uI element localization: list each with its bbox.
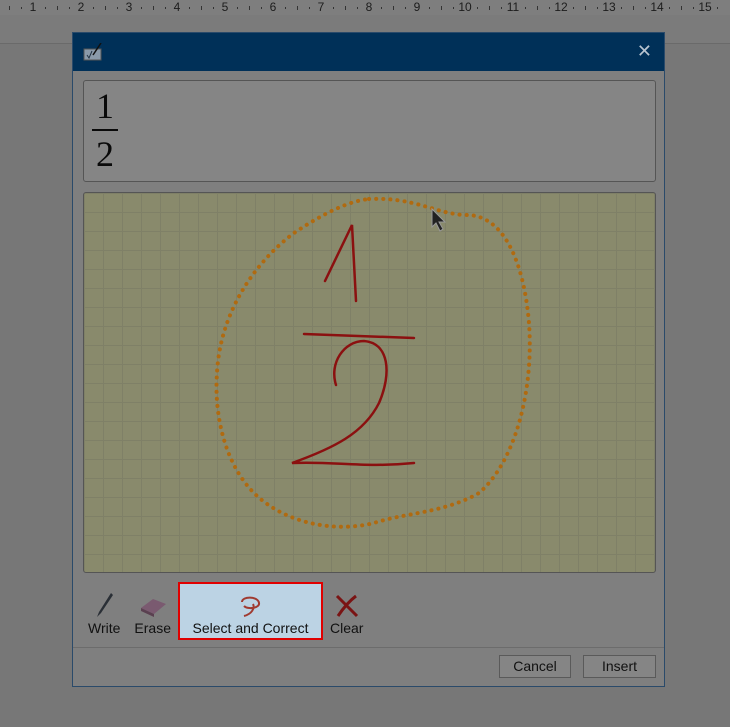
pen-icon (97, 593, 114, 617)
ruler-number: 8 (365, 0, 373, 14)
ruler-tick (477, 7, 478, 9)
handwritten-ink (291, 224, 416, 467)
ruler-number: 11 (506, 0, 520, 14)
ruler-tick (285, 7, 286, 9)
ruler-number: 10 (458, 0, 472, 14)
ruler-number: 3 (125, 0, 133, 14)
ruler-tick (357, 7, 358, 9)
ruler-number: 1 (29, 0, 37, 14)
mouse-cursor (431, 207, 447, 232)
clear-tool-button[interactable]: Clear (325, 584, 368, 638)
ruler-tick (309, 7, 310, 9)
ruler-tick (453, 7, 454, 9)
write-label: Write (88, 620, 121, 636)
ruler-number: 7 (317, 0, 325, 14)
ruler-tick (117, 7, 118, 9)
ruler-tick (249, 6, 250, 10)
clear-label: Clear (330, 620, 364, 636)
ruler-number: 12 (554, 0, 568, 14)
ruler-number: 5 (221, 0, 229, 14)
ruler-tick (165, 7, 166, 9)
ruler-tick (669, 7, 670, 9)
ruler-tick (201, 6, 202, 10)
ruler-tick (69, 7, 70, 9)
ruler: 1 2 3 4 5 6 7 8 9 10 11 12 13 14 15 (0, 0, 730, 15)
cancel-button[interactable]: Cancel (499, 655, 571, 678)
ruler-tick (381, 7, 382, 9)
ruler-tick (261, 7, 262, 9)
insert-button[interactable]: Insert (583, 655, 656, 678)
ruler-tick (345, 6, 346, 10)
numerator: 1 (96, 86, 114, 126)
ruler-number: 6 (269, 0, 277, 14)
fraction-bar (92, 129, 118, 131)
ink-toolbar: Write Erase Select and Correct Clear (83, 582, 368, 642)
ruler-tick (153, 6, 154, 10)
ruler-number: 4 (173, 0, 181, 14)
ruler-tick (597, 7, 598, 9)
ruler-number: 15 (698, 0, 712, 14)
ruler-tick (297, 6, 298, 10)
ruler-number: 9 (413, 0, 421, 14)
ruler-tick (537, 6, 538, 10)
lasso-icon (240, 596, 260, 617)
ruler-number: 14 (650, 0, 664, 14)
ruler-tick (693, 7, 694, 9)
divider (73, 647, 664, 648)
math-input-dialog: ✕ 1 2 Write Erase Select and Correct Cle… (72, 32, 665, 687)
writing-canvas[interactable] (83, 192, 656, 573)
selection-lasso (214, 196, 532, 529)
fraction-preview: 1 2 (92, 85, 118, 175)
ruler-tick (57, 6, 58, 10)
ruler-tick (141, 7, 142, 9)
ruler-tick (393, 6, 394, 10)
ruler-tick (405, 7, 406, 9)
ruler-tick (501, 7, 502, 9)
ruler-tick (585, 6, 586, 10)
close-icon[interactable]: ✕ (637, 41, 652, 62)
ruler-tick (105, 6, 106, 10)
ruler-tick (441, 6, 442, 10)
ruler-tick (237, 7, 238, 9)
preview-pane: 1 2 (83, 80, 656, 182)
ruler-tick (573, 7, 574, 9)
ruler-tick (681, 6, 682, 10)
ruler-tick (429, 7, 430, 9)
eraser-icon (140, 599, 166, 617)
erase-label: Erase (134, 620, 171, 636)
write-tool-button[interactable]: Write (83, 584, 125, 638)
ruler-number: 13 (602, 0, 616, 14)
select-and-correct-label: Select and Correct (192, 620, 309, 636)
ruler-number: 2 (77, 0, 85, 14)
ruler-tick (189, 7, 190, 9)
select-and-correct-tool-button[interactable]: Select and Correct (178, 582, 323, 640)
clear-x-icon (335, 594, 358, 618)
erase-tool-button[interactable]: Erase (129, 584, 176, 638)
ruler-tick (93, 7, 94, 9)
ruler-tick (45, 7, 46, 9)
ruler-tick (9, 6, 10, 10)
ruler-tick (645, 7, 646, 9)
title-bar: ✕ (73, 33, 664, 71)
ruler-tick (621, 7, 622, 9)
ruler-tick (333, 7, 334, 9)
denominator: 2 (96, 134, 114, 174)
ruler-tick (21, 7, 22, 9)
ruler-tick (213, 7, 214, 9)
ruler-tick (549, 7, 550, 9)
ruler-tick (717, 7, 718, 9)
ruler-tick (489, 6, 490, 10)
ruler-tick (633, 6, 634, 10)
math-input-app-icon (83, 43, 102, 61)
ruler-tick (525, 7, 526, 9)
